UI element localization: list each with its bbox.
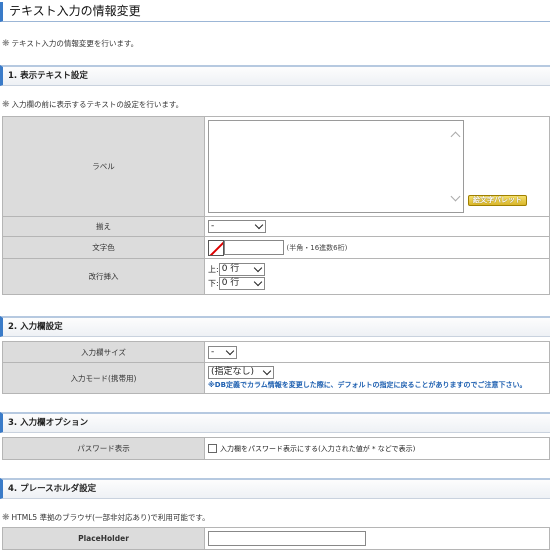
input-size-select[interactable]: - bbox=[208, 345, 237, 359]
asterisk-note-icon: ❋ bbox=[2, 39, 10, 49]
section-heading-display-text: 1. 表示テキスト設定 bbox=[0, 65, 550, 86]
input-settings-table: 入力欄サイズ - 入力モード(携帯用) (指定なし) ※DB定義でカラム情報を変… bbox=[2, 341, 550, 394]
align-select[interactable]: - bbox=[208, 220, 266, 233]
linebreak-bottom-value: 0 行 bbox=[221, 277, 240, 288]
linebreak-row-label: 改行挿入 bbox=[2, 258, 205, 295]
input-options-table: パスワード表示 入力欄をパスワード表示にする(入力された値が * などで表示) bbox=[2, 437, 550, 460]
placeholder-table: PlaceHolder bbox=[2, 527, 550, 550]
input-mode-row: 入力モード(携帯用) (指定なし) ※DB定義でカラム情報を変更した際に、デフォ… bbox=[2, 362, 550, 394]
section1-note: ❋ 入力欄の前に表示するテキストの設定を行います。 bbox=[2, 99, 183, 110]
linebreak-bottom-label: 下: bbox=[208, 278, 219, 288]
section1-note-text: 入力欄の前に表示するテキストの設定を行います。 bbox=[11, 100, 184, 109]
password-row-label: パスワード表示 bbox=[2, 437, 205, 460]
placeholder-row-value bbox=[204, 527, 550, 550]
chevron-down-icon bbox=[253, 277, 262, 286]
align-row-value: - bbox=[204, 216, 550, 237]
password-checkbox-label[interactable]: 入力欄をパスワード表示にする(入力された値が * などで表示) bbox=[220, 445, 415, 453]
align-row: 揃え - bbox=[2, 216, 550, 237]
input-mode-select-value: (指定なし) bbox=[211, 366, 255, 377]
align-select-value: - bbox=[211, 221, 215, 231]
text-color-hint: (半角・16進数6桁) bbox=[286, 243, 348, 252]
placeholder-row-label: PlaceHolder bbox=[2, 527, 205, 550]
linebreak-top: 上: 0 行 bbox=[208, 262, 546, 277]
linebreak-bottom: 下: 0 行 bbox=[208, 276, 546, 291]
text-color-row-value: (半角・16進数6桁) bbox=[204, 236, 550, 259]
page-title: テキスト入力の情報変更 bbox=[0, 2, 550, 22]
align-row-label: 揃え bbox=[2, 216, 205, 237]
page-description-text: テキスト入力の情報変更を行います。 bbox=[11, 39, 139, 48]
section4-note-text: HTML5 準拠のブラウザ(一部非対応あり)で利用可能です。 bbox=[11, 513, 210, 522]
chevron-down-icon bbox=[253, 263, 262, 272]
section-heading-input-options: 3. 入力欄オプション bbox=[0, 412, 550, 433]
placeholder-row: PlaceHolder bbox=[2, 527, 550, 550]
label-row-label: ラベル bbox=[2, 116, 205, 217]
text-color-row: 文字色 (半角・16進数6桁) bbox=[2, 236, 550, 259]
text-color-input[interactable] bbox=[224, 240, 284, 255]
input-mode-warning: ※DB定義でカラム情報を変更した際に、デフォルトの指定に戻ることがありますのでご… bbox=[208, 380, 527, 389]
linebreak-top-value: 0 行 bbox=[221, 263, 240, 274]
password-row-value: 入力欄をパスワード表示にする(入力された値が * などで表示) bbox=[204, 437, 550, 460]
scroll-up-icon[interactable] bbox=[450, 131, 461, 142]
asterisk-note-icon: ❋ bbox=[2, 100, 10, 110]
placeholder-input[interactable] bbox=[208, 531, 366, 546]
chevron-down-icon bbox=[225, 346, 235, 355]
input-size-select-value: - bbox=[211, 346, 215, 357]
scroll-down-icon[interactable] bbox=[450, 191, 461, 202]
password-row: パスワード表示 入力欄をパスワード表示にする(入力された値が * などで表示) bbox=[2, 437, 550, 460]
label-textarea[interactable] bbox=[208, 120, 464, 213]
section-heading-input-settings: 2. 入力欄設定 bbox=[0, 316, 550, 337]
password-checkbox[interactable] bbox=[208, 444, 217, 453]
linebreak-row: 改行挿入 上: 0 行 下: 0 行 bbox=[2, 258, 550, 295]
text-color-row-label: 文字色 bbox=[2, 236, 205, 259]
page-description: ❋ テキスト入力の情報変更を行います。 bbox=[2, 38, 138, 49]
linebreak-bottom-select[interactable]: 0 行 bbox=[218, 276, 265, 290]
input-size-row: 入力欄サイズ - bbox=[2, 341, 550, 363]
input-mode-row-value: (指定なし) ※DB定義でカラム情報を変更した際に、デフォルトの指定に戻ることが… bbox=[204, 362, 550, 394]
asterisk-note-icon: ❋ bbox=[2, 513, 10, 523]
chevron-down-icon bbox=[254, 220, 264, 230]
no-color-swatch-icon[interactable] bbox=[208, 239, 224, 256]
chevron-down-icon bbox=[262, 366, 272, 375]
input-mode-select[interactable]: (指定なし) bbox=[208, 365, 274, 379]
section-heading-placeholder: 4. プレースホルダ設定 bbox=[0, 478, 550, 499]
input-size-row-label: 入力欄サイズ bbox=[2, 341, 205, 363]
input-size-row-value: - bbox=[204, 341, 550, 363]
linebreak-top-label: 上: bbox=[208, 264, 219, 274]
linebreak-top-select[interactable]: 0 行 bbox=[218, 262, 265, 276]
emoji-palette-button[interactable]: 絵文字パレット bbox=[468, 195, 527, 206]
section4-note: ❋ HTML5 準拠のブラウザ(一部非対応あり)で利用可能です。 bbox=[2, 512, 210, 523]
input-mode-row-label: 入力モード(携帯用) bbox=[2, 362, 205, 394]
linebreak-row-value: 上: 0 行 下: 0 行 bbox=[204, 258, 550, 295]
